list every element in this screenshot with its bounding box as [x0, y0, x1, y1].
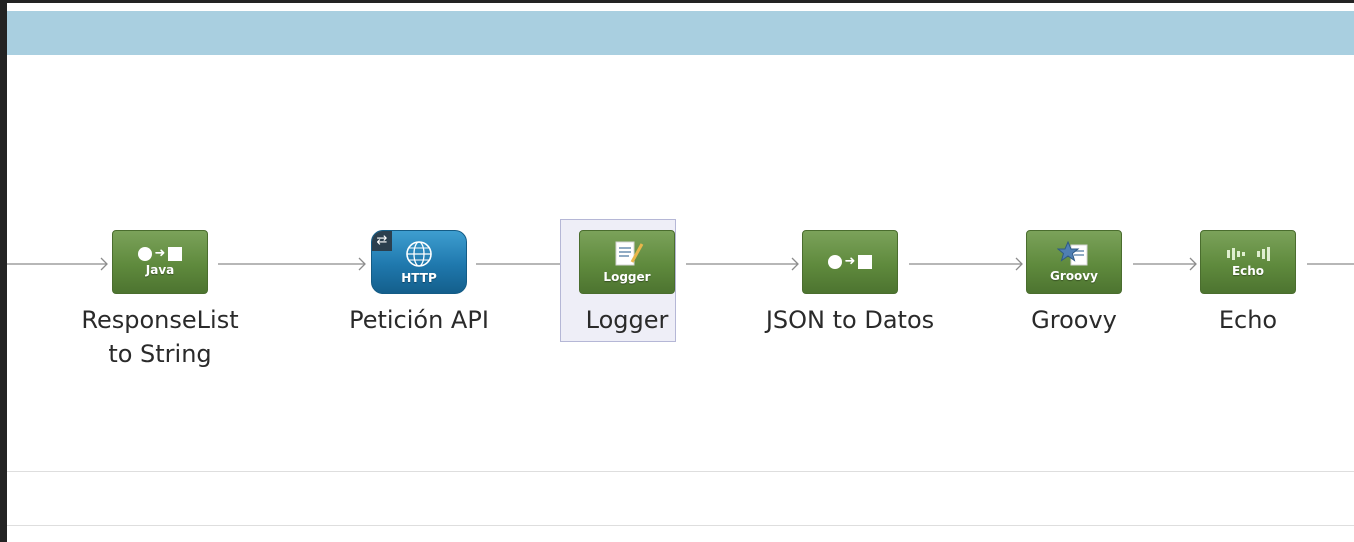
flow-divider: [7, 471, 1354, 472]
flow-node-responselist[interactable]: ➜ Java ResponseList to String: [70, 230, 250, 371]
groovy-star-icon[interactable]: Groovy: [1026, 230, 1122, 294]
exchange-arrows-icon: ⇄: [372, 231, 392, 251]
flow-node-echo[interactable]: Echo Echo: [1158, 230, 1338, 337]
flow-canvas: ➜ Java ResponseList to String ⇄ HTTP Pet…: [7, 3, 1354, 542]
star-document-icon: [1057, 241, 1088, 266]
transformer-icon[interactable]: ➜: [802, 230, 898, 294]
node-label: Logger: [585, 306, 669, 334]
icon-caption: Groovy: [1050, 269, 1098, 283]
globe-icon: [406, 241, 432, 267]
flow-node-json-to-datos[interactable]: ➜ JSON to Datos: [760, 230, 940, 337]
document-pencil-icon: [615, 241, 644, 266]
icon-caption: Echo: [1231, 264, 1265, 278]
echo-wave-icon[interactable]: Echo: [1200, 230, 1296, 294]
node-label: ResponseList to String: [81, 306, 239, 368]
node-label: Echo: [1218, 306, 1278, 334]
node-label: Petición API: [349, 306, 489, 334]
icon-caption: HTTP: [401, 271, 437, 285]
icon-caption: Logger: [603, 270, 651, 284]
flow-node-peticion-api[interactable]: ⇄ HTTP Petición API: [329, 230, 509, 337]
node-label: JSON to Datos: [765, 306, 935, 334]
icon-caption: Java: [145, 263, 175, 277]
java-transformer-icon[interactable]: ➜ Java: [112, 230, 208, 294]
flow-divider: [7, 525, 1354, 526]
flow-node-logger[interactable]: Logger Logger: [537, 219, 717, 342]
flow-node-groovy[interactable]: Groovy Groovy: [984, 230, 1164, 337]
node-label: Groovy: [1031, 306, 1117, 334]
sound-wave-icon: [1226, 246, 1270, 262]
logger-document-icon[interactable]: Logger: [579, 230, 675, 294]
http-globe-icon[interactable]: ⇄ HTTP: [371, 230, 467, 294]
